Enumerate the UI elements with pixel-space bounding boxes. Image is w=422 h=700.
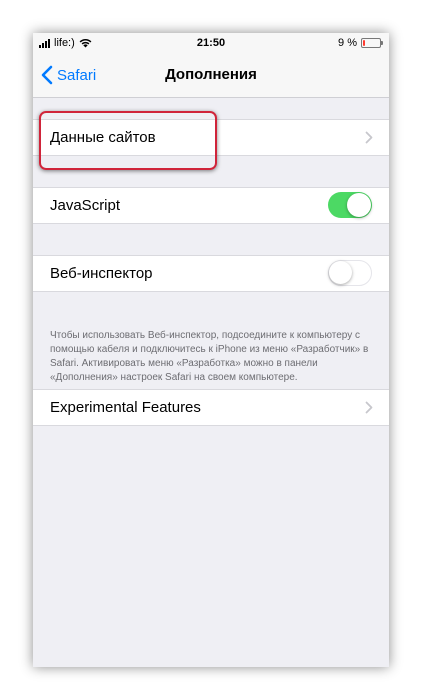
site-data-label: Данные сайтов: [50, 129, 156, 146]
javascript-label: JavaScript: [50, 197, 121, 214]
battery-level: [363, 40, 365, 46]
chevron-left-icon: [41, 65, 53, 85]
javascript-toggle[interactable]: [328, 192, 372, 218]
back-button[interactable]: Safari: [41, 53, 96, 97]
experimental-features-row[interactable]: Experimental Features: [33, 389, 389, 426]
javascript-row: JavaScript: [33, 187, 389, 224]
site-data-row[interactable]: Данные сайтов: [33, 119, 389, 156]
web-inspector-toggle[interactable]: [328, 260, 372, 286]
page: life:) 21:50 9 % Дополнения Safari Данны…: [0, 0, 422, 700]
battery-percent: 9 %: [338, 37, 357, 49]
web-inspector-row: Веб-инспектор: [33, 255, 389, 292]
battery-icon: [361, 38, 383, 48]
toggle-knob: [347, 193, 371, 217]
status-right: 9 %: [338, 37, 383, 49]
web-inspector-note: Чтобы использовать Веб-инспектор, подсое…: [50, 330, 369, 383]
navigation-bar: Дополнения Safari: [33, 53, 389, 98]
phone-screen: life:) 21:50 9 % Дополнения Safari Данны…: [33, 33, 389, 667]
web-inspector-label: Веб-инспектор: [50, 265, 153, 282]
toggle-knob: [329, 261, 352, 284]
experimental-features-label: Experimental Features: [50, 399, 201, 416]
status-time: 21:50: [196, 37, 226, 49]
chevron-right-icon: [365, 401, 373, 414]
chevron-right-icon: [365, 131, 373, 144]
status-bar: life:) 21:50 9 %: [33, 33, 389, 53]
back-button-label: Safari: [57, 66, 97, 84]
